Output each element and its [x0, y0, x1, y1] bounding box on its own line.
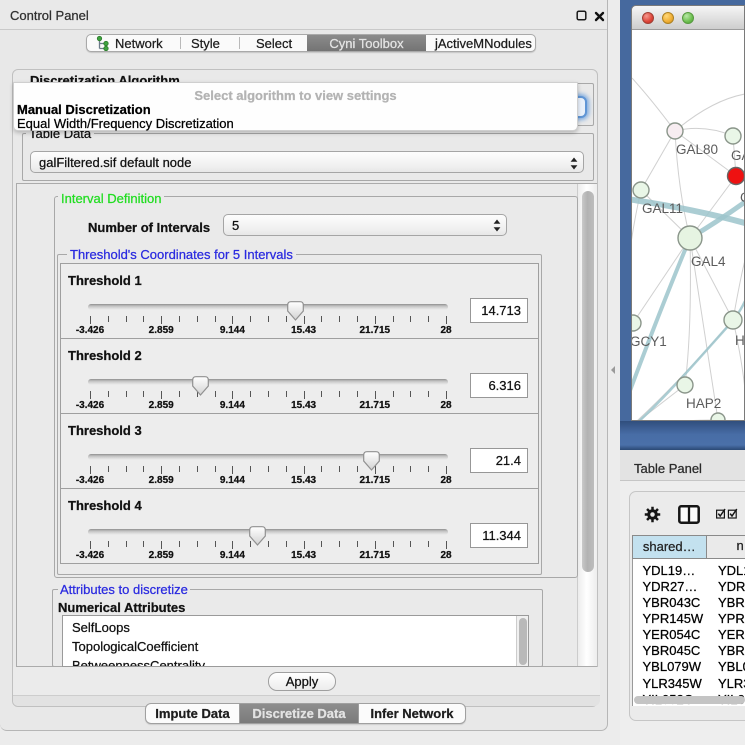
svg-text:GAL80: GAL80 — [676, 142, 718, 157]
svg-text:HAP2: HAP2 — [686, 396, 721, 411]
svg-text:GA: GA — [731, 148, 744, 163]
svg-text:H: H — [735, 333, 744, 348]
svg-text:C: C — [740, 190, 744, 205]
svg-text:GAL11: GAL11 — [642, 201, 683, 216]
svg-text:GAL4: GAL4 — [691, 254, 726, 269]
svg-text:GCY1: GCY1 — [632, 334, 667, 349]
